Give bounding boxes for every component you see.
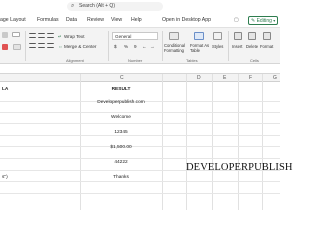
decrease-decimal-icon[interactable]: →	[150, 44, 155, 49]
editing-label: Editing	[256, 18, 272, 24]
borders-icon[interactable]	[13, 44, 21, 50]
align-bottom-icon[interactable]	[47, 33, 54, 38]
group-label-alignment: Alignment	[66, 58, 84, 63]
number-format-value: General	[115, 34, 132, 39]
font-size-increase-icon[interactable]	[2, 32, 8, 38]
search-text: Search (Alt + Q)	[79, 3, 115, 9]
grid-row-line	[0, 112, 280, 113]
comma-style-icon[interactable]: 9	[134, 44, 137, 49]
search-icon: ⌕	[71, 3, 75, 9]
align-center-icon[interactable]	[38, 43, 45, 48]
currency-format-button[interactable]: $	[114, 44, 117, 49]
align-middle-icon[interactable]	[38, 33, 45, 38]
merge-center-button[interactable]: Merge & Center	[64, 44, 96, 49]
conditional-formatting-button[interactable]: Conditional Formatting	[164, 43, 190, 53]
merge-center-icon: ⇔	[58, 44, 63, 49]
ribbon-separator	[108, 31, 109, 61]
grid-row-line	[0, 158, 280, 159]
grid-column-line	[212, 74, 213, 210]
editing-mode-button[interactable]: ✎ Editing ▾	[248, 16, 278, 25]
ribbon-tabs: age Layout Formulas Data Review View Hel…	[0, 13, 280, 27]
cell-result-1[interactable]: Developerpublish.com	[80, 100, 162, 105]
grid-column-line	[80, 74, 81, 210]
grid-column-line	[162, 74, 163, 210]
ribbon-separator	[162, 31, 163, 61]
wrap-text-button[interactable]: Wrap Text	[64, 34, 85, 39]
chevron-down-icon: ▾	[273, 18, 276, 23]
column-header-c[interactable]: C	[120, 75, 124, 81]
insert-button[interactable]: Insert	[232, 44, 242, 49]
format-cells-icon[interactable]	[263, 32, 271, 40]
cell-result-5[interactable]: 44222	[80, 160, 162, 165]
group-label-number: Number	[128, 58, 143, 63]
pencil-icon: ✎	[251, 18, 256, 24]
align-right-icon[interactable]	[47, 43, 54, 48]
format-button[interactable]: Format	[260, 44, 273, 49]
increase-decimal-icon[interactable]: ←	[142, 44, 147, 49]
grid-column-line	[262, 74, 263, 210]
tab-data[interactable]: Data	[66, 17, 77, 23]
tab-formulas[interactable]: Formulas	[37, 17, 59, 23]
tab-page-layout[interactable]: age Layout	[0, 17, 26, 23]
grid-row-line	[0, 193, 280, 194]
format-as-table-icon[interactable]	[194, 32, 204, 40]
ribbon: ↵ Wrap Text ⇔ Merge & Center Alignment G…	[0, 27, 280, 64]
delete-cells-icon[interactable]	[248, 32, 256, 40]
grid-row-line	[0, 135, 280, 136]
grid-column-line	[238, 74, 239, 210]
grid-row-line	[0, 181, 280, 182]
number-format-select[interactable]: General	[112, 32, 158, 40]
format-as-table-button[interactable]: Format As Table	[190, 43, 210, 53]
column-header-f[interactable]: F	[249, 75, 252, 81]
ribbon-separator	[228, 31, 229, 61]
group-label-cells: Cells	[250, 58, 259, 63]
font-size-decrease-icon[interactable]	[12, 32, 20, 37]
cell-result-header[interactable]: RESULT	[80, 87, 162, 92]
tab-review[interactable]: Review	[87, 17, 104, 23]
column-header-d[interactable]: D	[197, 75, 201, 81]
column-header-e[interactable]: E	[223, 75, 226, 81]
group-label-tables: Tables	[186, 58, 198, 63]
insert-cells-icon[interactable]	[234, 32, 242, 40]
ribbon-separator	[25, 31, 26, 61]
styles-button[interactable]: Styles	[212, 44, 223, 49]
tab-help[interactable]: Help	[131, 17, 142, 23]
column-header-g[interactable]: G	[273, 75, 277, 81]
percent-style-icon[interactable]: %	[124, 44, 128, 49]
grid-row-line	[0, 123, 280, 124]
wrap-text-icon: ↵	[58, 34, 62, 39]
cell-result-6[interactable]: Thanks	[80, 175, 162, 180]
cell-formula-fragment[interactable]: s")	[2, 175, 8, 180]
styles-icon[interactable]	[213, 32, 222, 40]
conditional-formatting-icon[interactable]	[169, 32, 179, 40]
overlay-watermark-text: DEVELOPERPUBLISH	[186, 162, 293, 173]
top-bar: ⌕ Search (Alt + Q)	[0, 0, 280, 13]
search-box[interactable]: ⌕ Search (Alt + Q)	[67, 2, 163, 11]
align-left-icon[interactable]	[29, 43, 36, 48]
tab-view[interactable]: View	[111, 17, 122, 23]
cell-result-3[interactable]: 12345	[80, 130, 162, 135]
grid-column-line	[186, 74, 187, 210]
font-color-icon[interactable]	[2, 44, 8, 50]
cell-result-2[interactable]: Welcome	[80, 115, 162, 120]
delete-button[interactable]: Delete	[246, 44, 258, 49]
cell-formula-header[interactable]: LA	[2, 87, 8, 92]
comment-icon[interactable]: ▢	[234, 17, 239, 23]
align-top-icon[interactable]	[29, 33, 36, 38]
tab-open-desktop[interactable]: Open in Desktop App	[162, 17, 211, 23]
cell-result-4[interactable]: $1,500.00	[80, 145, 162, 150]
formula-bar[interactable]	[0, 64, 280, 74]
